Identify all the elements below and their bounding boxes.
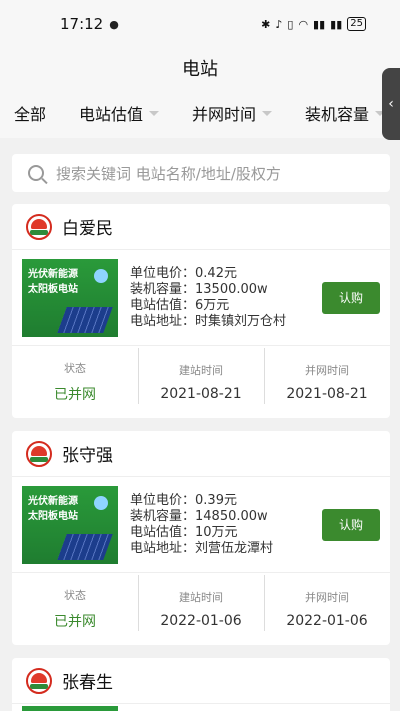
build-time-col: 建站时间 2021-08-21: [138, 348, 264, 404]
owner-name: 白爱民: [62, 219, 113, 239]
search-icon: [28, 165, 44, 181]
station-card[interactable]: 张春生: [12, 658, 390, 711]
valuation-row: 电站估值：6万元: [130, 297, 230, 313]
mic-icon: ♪: [275, 17, 283, 31]
thumb-text-2: 太阳板电站: [28, 283, 78, 295]
card-body: 光伏新能源 太阳板电站 单位电价：0.42元 装机容量：13500.00w 电站…: [12, 250, 390, 346]
filter-tab-label: 装机容量: [305, 105, 370, 124]
caret-down-icon: [262, 110, 273, 116]
capacity-row: 装机容量：14850.00w: [130, 508, 268, 524]
grid-time-col: 并网时间 2021-08-21: [264, 348, 390, 404]
filter-tab-label: 并网时间: [192, 105, 257, 124]
status-time: 17:12: [60, 15, 104, 33]
station-card[interactable]: 白爱民 光伏新能源 太阳板电站 单位电价：0.42元 装机容量：13500.00…: [12, 204, 390, 418]
status-col: 状态 已并网: [12, 587, 138, 631]
address-row: 电站地址：时集镇刘万仓村: [130, 313, 287, 329]
valuation-row: 电站估值：10万元: [130, 524, 238, 540]
bluetooth-icon: ✱: [261, 17, 271, 31]
build-time-value: 2022-01-06: [160, 613, 242, 629]
status-badge: 已并网: [54, 614, 96, 630]
subscribe-button[interactable]: 认购: [322, 281, 380, 314]
owner-name: 张春生: [62, 673, 113, 693]
filter-tab-capacity[interactable]: 装机容量: [305, 101, 386, 125]
station-thumbnail: 光伏新能源 太阳板电站: [22, 258, 118, 337]
card-header: 张春生: [12, 658, 390, 704]
chevron-left-icon: ‹: [388, 96, 394, 112]
filter-tab-all[interactable]: 全部: [14, 101, 46, 125]
filter-tab-label: 电站估值: [79, 105, 144, 124]
chat-notification-icon: ●: [109, 17, 119, 31]
signal-icon-2: ▮▮: [330, 17, 343, 31]
grid-time-value: 2022-01-06: [286, 613, 368, 629]
solar-panel-icon: [57, 533, 113, 560]
price-row: 单位电价：0.42元: [130, 265, 237, 281]
capacity-row: 装机容量：13500.00w: [130, 281, 268, 297]
station-thumbnail: [22, 706, 118, 711]
price-row: 单位电价：0.39元: [130, 492, 237, 508]
subscribe-button[interactable]: 认购: [322, 508, 380, 541]
page-title: 电站: [0, 48, 400, 88]
card-header: 白爱民: [12, 204, 390, 250]
filter-tab-valuation[interactable]: 电站估值: [79, 101, 160, 125]
grid-time-col: 并网时间 2022-01-06: [264, 575, 390, 631]
search-placeholder: 搜索关键词 电站名称/地址/股权方: [56, 164, 281, 183]
card-body: 光伏新能源 太阳板电站 单位电价：0.39元 装机容量：14850.00w 电站…: [12, 477, 390, 573]
battery-icon: 25: [347, 17, 366, 31]
card-footer: 状态 已并网 建站时间 2022-01-06 并网时间 2022-01-06: [12, 573, 390, 645]
side-drawer-handle[interactable]: ‹: [382, 68, 400, 140]
station-thumbnail: 光伏新能源 太阳板电站: [22, 485, 118, 564]
card-footer: 状态 已并网 建站时间 2021-08-21 并网时间 2021-08-21: [12, 346, 390, 418]
sun-icon: [94, 495, 108, 510]
signal-icon: ▮▮: [313, 17, 326, 31]
filter-tab-label: 全部: [14, 105, 47, 124]
caret-down-icon: [149, 110, 160, 116]
station-info: 单位电价：0.39元 装机容量：14850.00w 电站估值：10万元 电站地址…: [118, 493, 322, 557]
company-logo-icon: [26, 213, 52, 240]
filter-tab-grid-time[interactable]: 并网时间: [192, 101, 273, 125]
station-info: 单位电价：0.42元 装机容量：13500.00w 电站估值：6万元 电站地址：…: [118, 266, 322, 330]
solar-panel-icon: [57, 306, 113, 333]
build-time-col: 建站时间 2022-01-06: [138, 575, 264, 631]
owner-name: 张守强: [62, 446, 113, 466]
sun-icon: [94, 268, 108, 283]
filter-bar: 全部 电站估值 并网时间 装机容量: [0, 88, 400, 138]
company-logo-icon: [26, 667, 52, 694]
status-badge: 已并网: [54, 387, 96, 403]
status-col: 状态 已并网: [12, 360, 138, 404]
address-row: 电站地址：刘营伍龙潭村: [130, 540, 274, 556]
grid-time-value: 2021-08-21: [286, 386, 368, 402]
station-card[interactable]: 张守强 光伏新能源 太阳板电站 单位电价：0.39元 装机容量：14850.00…: [12, 431, 390, 645]
thumb-text-2: 太阳板电站: [28, 510, 78, 522]
main-content: 搜索关键词 电站名称/地址/股权方 白爱民 光伏新能源 太阳板电站 单位电价：0…: [0, 138, 400, 711]
build-time-value: 2021-08-21: [160, 386, 242, 402]
card-header: 张守强: [12, 431, 390, 477]
vibrate-icon: ▯: [287, 17, 294, 31]
wifi-icon: ◠: [298, 17, 309, 31]
company-logo-icon: [26, 440, 52, 467]
search-input[interactable]: 搜索关键词 电站名称/地址/股权方: [12, 154, 390, 192]
status-bar: 17:12 ● ✱ ♪ ▯ ◠ ▮▮ ▮▮ 25: [0, 0, 400, 48]
